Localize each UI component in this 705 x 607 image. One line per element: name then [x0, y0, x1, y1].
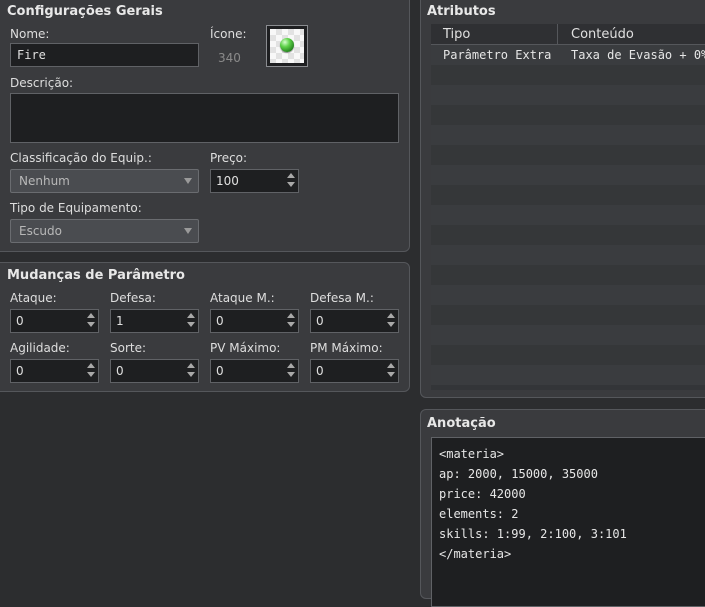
param-value-defense: 1: [116, 314, 124, 328]
param-spinner-m-attack[interactable]: 0: [210, 309, 299, 333]
param-value-max-hp: 0: [216, 364, 224, 378]
trait-type-cell: Parâmetro Extra: [443, 48, 552, 62]
table-row[interactable]: [431, 265, 705, 285]
param-label-agility: Agilidade:: [10, 341, 70, 355]
spinner-arrows-icon[interactable]: [387, 313, 395, 329]
spinner-arrows-icon[interactable]: [387, 363, 395, 379]
description-input[interactable]: [10, 93, 399, 143]
spinner-arrows-icon[interactable]: [187, 363, 195, 379]
note-panel: Anotação <materia> ap: 2000, 15000, 3500…: [420, 409, 705, 607]
equip-class-select[interactable]: Nenhum: [10, 169, 199, 193]
table-row[interactable]: [431, 325, 705, 345]
param-value-attack: 0: [16, 314, 24, 328]
general-settings-title: Configurações Gerais: [7, 4, 163, 19]
param-label-attack: Ataque:: [10, 291, 57, 305]
traits-title: Atributos: [427, 4, 496, 19]
table-row[interactable]: [431, 365, 705, 385]
table-row[interactable]: [431, 285, 705, 305]
param-spinner-luck[interactable]: 0: [110, 359, 199, 383]
col-header-content[interactable]: Conteúdo: [571, 27, 634, 42]
note-title: Anotação: [427, 416, 496, 431]
trait-content-cell: Taxa de Evasão + 0%: [571, 48, 705, 62]
param-value-agility: 0: [16, 364, 24, 378]
equip-class-label: Classificação do Equip.:: [10, 151, 152, 165]
traits-rows: Parâmetro Extra Taxa de Evasão + 0%: [431, 45, 705, 385]
table-row[interactable]: [431, 105, 705, 125]
traits-table[interactable]: Tipo Conteúdo Parâmetro Extra Taxa de Ev…: [431, 24, 705, 390]
icon-index: 340: [218, 51, 241, 65]
spinner-arrows-icon[interactable]: [87, 313, 95, 329]
param-spinner-m-defense[interactable]: 0: [310, 309, 399, 333]
note-line: price: 42000: [439, 487, 526, 501]
param-label-max-mp: PM Máximo:: [310, 341, 383, 355]
note-line: skills: 1:99, 2:100, 3:101: [439, 527, 627, 541]
param-value-luck: 0: [116, 364, 124, 378]
traits-table-header: Tipo Conteúdo: [431, 24, 705, 45]
table-row[interactable]: [431, 185, 705, 205]
table-row[interactable]: [431, 225, 705, 245]
note-line: elements: 2: [439, 507, 519, 521]
price-label: Preço:: [210, 151, 248, 165]
table-row[interactable]: [431, 165, 705, 185]
name-input[interactable]: Fire: [10, 43, 199, 67]
traits-panel: Atributos Tipo Conteúdo Parâmetro Extra …: [420, 0, 705, 398]
equip-type-value: Escudo: [19, 224, 62, 238]
param-changes-title: Mudanças de Parâmetro: [7, 268, 185, 283]
param-spinner-defense[interactable]: 1: [110, 309, 199, 333]
green-orb-icon: [280, 38, 294, 52]
param-spinner-agility[interactable]: 0: [10, 359, 99, 383]
equip-type-select[interactable]: Escudo: [10, 219, 199, 243]
chevron-down-icon: [184, 178, 192, 184]
chevron-down-icon: [184, 228, 192, 234]
icon-picker[interactable]: [266, 25, 308, 67]
param-label-luck: Sorte:: [110, 341, 147, 355]
equip-type-label: Tipo de Equipamento:: [10, 201, 142, 215]
spinner-arrows-icon[interactable]: [187, 313, 195, 329]
note-line: </materia>: [439, 547, 512, 561]
name-label: Nome:: [10, 27, 50, 41]
param-value-m-attack: 0: [216, 314, 224, 328]
icon-preview: [270, 29, 304, 63]
param-value-m-defense: 0: [316, 314, 324, 328]
param-spinner-attack[interactable]: 0: [10, 309, 99, 333]
param-label-m-defense: Defesa M.:: [310, 291, 374, 305]
equip-class-value: Nenhum: [19, 174, 70, 188]
param-label-m-attack: Ataque M.:: [210, 291, 275, 305]
param-spinner-max-mp[interactable]: 0: [310, 359, 399, 383]
price-value: 100: [216, 174, 239, 188]
spinner-arrows-icon[interactable]: [287, 173, 295, 189]
table-row[interactable]: [431, 345, 705, 365]
table-row[interactable]: [431, 205, 705, 225]
column-separator: [557, 24, 558, 44]
param-label-defense: Defesa:: [110, 291, 156, 305]
table-row[interactable]: Parâmetro Extra Taxa de Evasão + 0%: [431, 45, 705, 65]
table-row[interactable]: [431, 125, 705, 145]
note-line: <materia>: [439, 447, 505, 461]
spinner-arrows-icon[interactable]: [287, 313, 295, 329]
table-row[interactable]: [431, 305, 705, 325]
param-spinner-max-hp[interactable]: 0: [210, 359, 299, 383]
spinner-arrows-icon[interactable]: [87, 363, 95, 379]
table-row[interactable]: [431, 85, 705, 105]
description-label: Descrição:: [10, 76, 74, 90]
price-spinner[interactable]: 100: [210, 169, 299, 193]
table-row[interactable]: [431, 245, 705, 265]
table-row[interactable]: [431, 145, 705, 165]
table-row[interactable]: [431, 65, 705, 85]
icon-label: Ícone:: [210, 27, 247, 41]
param-label-max-hp: PV Máximo:: [210, 341, 281, 355]
note-textarea[interactable]: <materia> ap: 2000, 15000, 35000 price: …: [431, 437, 705, 607]
param-value-max-mp: 0: [316, 364, 324, 378]
col-header-type[interactable]: Tipo: [443, 27, 470, 42]
spinner-arrows-icon[interactable]: [287, 363, 295, 379]
note-line: ap: 2000, 15000, 35000: [439, 467, 598, 481]
